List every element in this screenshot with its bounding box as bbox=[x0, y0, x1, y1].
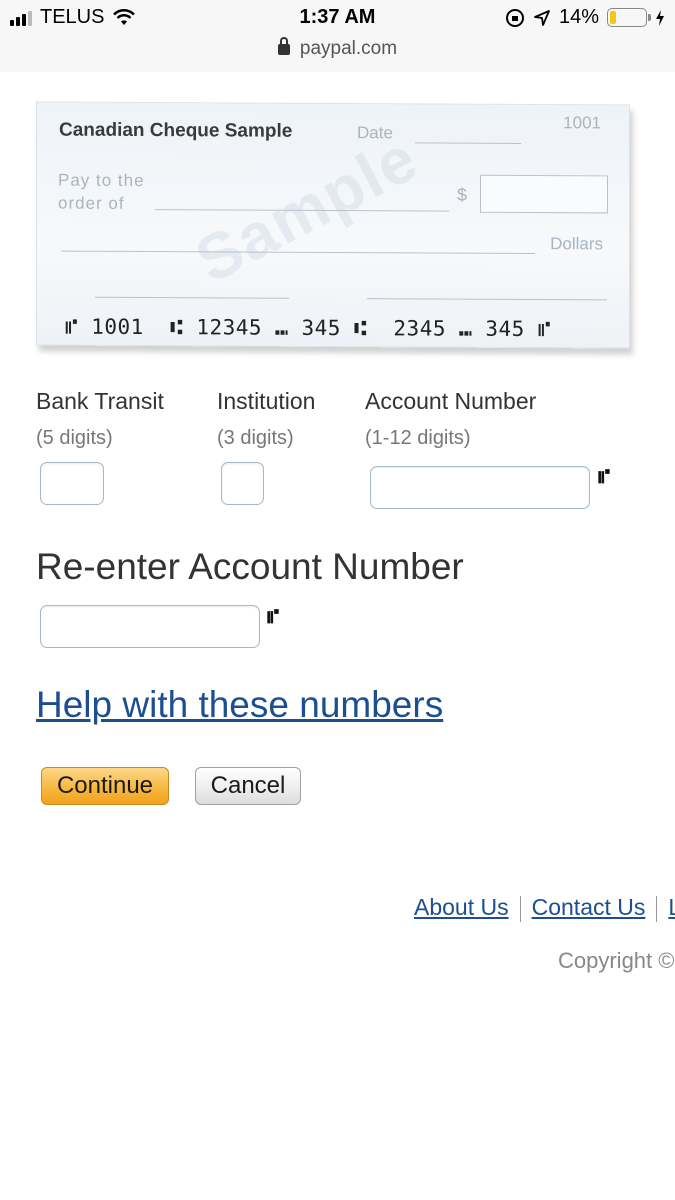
cheque-amount-box bbox=[480, 174, 608, 214]
about-us-link[interactable]: About Us bbox=[414, 894, 509, 920]
cheque-dollar-sign: $ bbox=[457, 184, 468, 205]
footer-link-truncated[interactable]: L bbox=[668, 894, 675, 920]
cheque-date-line bbox=[415, 142, 521, 144]
battery-percent: 14% bbox=[558, 6, 599, 28]
status-right: 14% bbox=[505, 6, 665, 29]
cheque-signature-line bbox=[367, 298, 607, 301]
lock-icon bbox=[277, 37, 290, 55]
cheque-memo-line bbox=[95, 296, 289, 299]
bank-transit-input[interactable] bbox=[40, 462, 104, 505]
battery-icon bbox=[607, 8, 651, 27]
footer-divider bbox=[519, 895, 521, 922]
help-numbers-link[interactable]: Help with these numbers bbox=[36, 684, 443, 726]
reenter-account-label: Re-enter Account Number bbox=[36, 546, 464, 587]
footer-links: About Us Contact Us L bbox=[414, 894, 675, 922]
status-bar: TELUS 1:37 AM 14% bbox=[0, 6, 675, 32]
address-bar[interactable]: paypal.com bbox=[0, 37, 675, 60]
contact-us-link[interactable]: Contact Us bbox=[532, 894, 646, 920]
cheque-date-label: Date bbox=[357, 123, 393, 143]
institution-hint: (3 digits) bbox=[217, 427, 294, 449]
institution-label: Institution bbox=[217, 388, 316, 414]
bank-transit-hint: (5 digits) bbox=[36, 427, 113, 449]
reenter-account-input[interactable] bbox=[40, 605, 260, 648]
location-arrow-icon bbox=[534, 9, 550, 26]
cancel-button[interactable]: Cancel bbox=[195, 767, 301, 805]
account-number-input[interactable] bbox=[370, 466, 590, 509]
bank-transit-label: Bank Transit bbox=[36, 388, 164, 414]
orientation-lock-icon bbox=[505, 8, 524, 27]
account-number-label: Account Number bbox=[365, 388, 537, 414]
cheque-sample-image: Sample Canadian Cheque Sample Date 1001 … bbox=[36, 101, 636, 355]
cheque-title: Canadian Cheque Sample bbox=[59, 119, 293, 142]
cheque-dollars-label: Dollars bbox=[550, 234, 603, 254]
cheque-pay-to: Pay to the order of bbox=[58, 169, 145, 215]
cheque-number: 1001 bbox=[563, 113, 601, 133]
url-text: paypal.com bbox=[299, 38, 398, 59]
footer-divider bbox=[656, 895, 658, 922]
copyright-text: Copyright © bbox=[558, 948, 675, 973]
cheque-pay-to-line1: Pay to the bbox=[58, 170, 145, 191]
cheque-pay-to-line2: order of bbox=[58, 193, 125, 213]
continue-button[interactable]: Continue bbox=[41, 767, 169, 805]
institution-input[interactable] bbox=[221, 462, 264, 505]
micr-on-us-icon: ⑈ bbox=[598, 464, 610, 488]
charging-bolt-icon bbox=[656, 9, 664, 26]
cheque: Sample Canadian Cheque Sample Date 1001 … bbox=[36, 101, 630, 349]
browser-top-bar: TELUS 1:37 AM 14% paypal.com bbox=[0, 0, 675, 72]
cheque-micr-line: ⑈ 1001 ⑆ 12345 ⑉ 345 ⑆ 2345 ⑉ 345 ⑈ bbox=[65, 314, 552, 342]
account-number-hint: (1-12 digits) bbox=[365, 427, 471, 449]
micr-on-us-icon-2: ⑈ bbox=[267, 604, 279, 628]
